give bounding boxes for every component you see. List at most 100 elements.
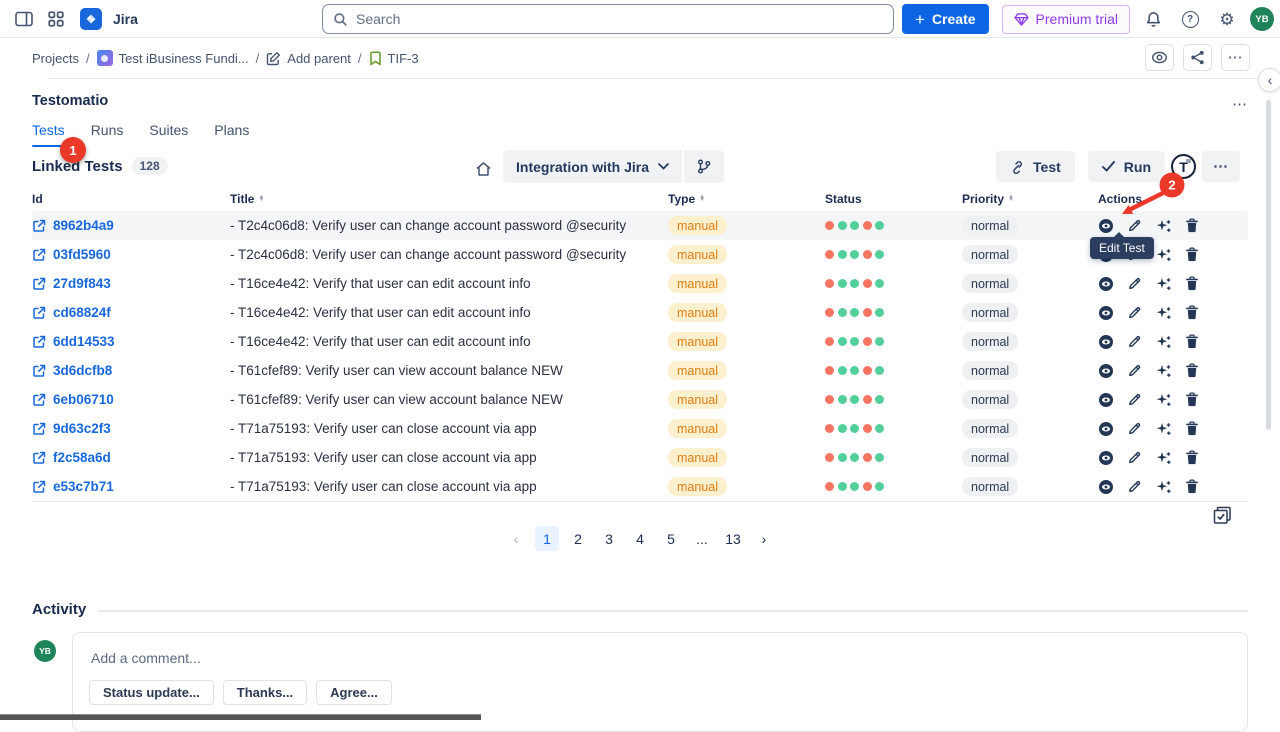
test-id-link[interactable]: 03fd5960: [32, 247, 230, 262]
delete-test-button[interactable]: [1185, 363, 1199, 378]
share-button[interactable]: [1183, 44, 1212, 71]
breadcrumb-project[interactable]: Test iBusiness Fundi...: [97, 50, 249, 66]
ai-generate-button[interactable]: [1155, 247, 1172, 263]
table-more-button[interactable]: ⋯: [1202, 151, 1240, 182]
jira-logo-icon[interactable]: [80, 8, 102, 30]
home-button[interactable]: [469, 155, 497, 183]
edit-test-button[interactable]: [1127, 218, 1142, 233]
test-id-link[interactable]: 6dd14533: [32, 334, 230, 349]
delete-test-button[interactable]: [1185, 392, 1199, 407]
edit-test-button[interactable]: [1127, 479, 1142, 494]
edit-test-button[interactable]: [1127, 392, 1142, 407]
view-test-button[interactable]: [1098, 276, 1114, 292]
sidebar-toggle-button[interactable]: [10, 5, 38, 33]
edit-test-button[interactable]: [1127, 363, 1142, 378]
delete-test-button[interactable]: [1185, 247, 1199, 262]
pagination-page-4[interactable]: 4: [628, 526, 652, 551]
test-id-link[interactable]: 6eb06710: [32, 392, 230, 407]
delete-test-button[interactable]: [1185, 218, 1199, 233]
sort-icon[interactable]: ▲▼: [699, 196, 705, 203]
view-test-button[interactable]: [1098, 421, 1114, 437]
ai-generate-button[interactable]: [1155, 392, 1172, 408]
panel-divider: [48, 78, 1280, 79]
suite-filter-dropdown[interactable]: Integration with Jira: [503, 150, 682, 183]
view-test-button[interactable]: [1098, 305, 1114, 321]
delete-test-button[interactable]: [1185, 450, 1199, 465]
delete-test-button[interactable]: [1185, 421, 1199, 436]
ai-generate-button[interactable]: [1155, 305, 1172, 321]
notifications-button[interactable]: [1139, 5, 1167, 33]
test-id-link[interactable]: 8962b4a9: [32, 218, 230, 233]
delete-test-button[interactable]: [1185, 334, 1199, 349]
delete-test-button[interactable]: [1185, 479, 1199, 494]
quick-reply-button-2[interactable]: Agree...: [316, 680, 392, 705]
collapse-panel-handle[interactable]: ‹: [1258, 68, 1280, 92]
test-id-link[interactable]: 9d63c2f3: [32, 421, 230, 436]
view-test-button[interactable]: [1098, 479, 1114, 495]
quick-reply-button-1[interactable]: Thanks...: [223, 680, 307, 705]
view-test-button[interactable]: [1098, 450, 1114, 466]
tab-suites[interactable]: Suites: [149, 122, 188, 147]
help-button[interactable]: ?: [1176, 5, 1204, 33]
panel-more-button[interactable]: ⋯: [1226, 90, 1254, 118]
edit-test-button[interactable]: [1127, 305, 1142, 320]
watch-button[interactable]: [1145, 44, 1174, 71]
add-parent-button[interactable]: Add parent: [266, 51, 351, 66]
ai-generate-button[interactable]: [1155, 421, 1172, 437]
ai-generate-button[interactable]: [1155, 363, 1172, 379]
pagination-prev[interactable]: ‹: [504, 526, 528, 551]
edit-test-button[interactable]: [1127, 450, 1142, 465]
test-id-link[interactable]: cd68824f: [32, 305, 230, 320]
sort-icon[interactable]: ▲▼: [1008, 196, 1014, 203]
test-id-link[interactable]: e53c7b71: [32, 479, 230, 494]
scrollbar-thumb[interactable]: [1266, 100, 1271, 430]
bulk-select-icon[interactable]: [1213, 506, 1232, 525]
delete-test-button[interactable]: [1185, 305, 1199, 320]
edit-test-button[interactable]: [1127, 276, 1142, 291]
view-test-button[interactable]: [1098, 218, 1114, 234]
column-header-type[interactable]: Type▲▼: [668, 192, 825, 206]
view-test-button[interactable]: [1098, 334, 1114, 350]
app-switcher-button[interactable]: [42, 5, 70, 33]
breadcrumb-issue-key[interactable]: TIF-3: [369, 51, 419, 66]
view-test-button[interactable]: [1098, 363, 1114, 379]
test-id-link[interactable]: 3d6dcfb8: [32, 363, 230, 378]
test-id-link[interactable]: f2c58a6d: [32, 450, 230, 465]
ai-generate-button[interactable]: [1155, 479, 1172, 495]
pagination-page-5[interactable]: 5: [659, 526, 683, 551]
view-test-button[interactable]: [1098, 392, 1114, 408]
breadcrumb: Projects / Test iBusiness Fundi... / Add…: [0, 38, 1280, 78]
tab-tests[interactable]: Tests: [32, 122, 65, 147]
ai-generate-button[interactable]: [1155, 218, 1172, 234]
ai-generate-button[interactable]: [1155, 450, 1172, 466]
user-avatar[interactable]: YB: [1250, 7, 1274, 31]
link-test-button[interactable]: Test: [996, 151, 1075, 182]
pagination-next[interactable]: ›: [752, 526, 776, 551]
tab-runs[interactable]: Runs: [91, 122, 124, 147]
premium-trial-button[interactable]: Premium trial: [1002, 5, 1130, 34]
delete-test-button[interactable]: [1185, 276, 1199, 291]
status-dot-pass: [850, 482, 859, 491]
ai-generate-button[interactable]: [1155, 334, 1172, 350]
pagination-page-3[interactable]: 3: [597, 526, 621, 551]
search-input[interactable]: Search: [322, 4, 894, 34]
column-header-title[interactable]: Title▲▼: [230, 192, 668, 206]
settings-button[interactable]: ⚙: [1213, 5, 1241, 33]
pagination-page-2[interactable]: 2: [566, 526, 590, 551]
testomatio-logo-icon[interactable]: T: [1171, 154, 1196, 179]
pagination-page-1[interactable]: 1: [535, 526, 559, 551]
branch-button[interactable]: [684, 150, 724, 183]
quick-reply-button-0[interactable]: Status update...: [89, 680, 214, 705]
pagination-page-13[interactable]: 13: [721, 526, 745, 551]
breadcrumb-projects[interactable]: Projects: [32, 51, 79, 66]
create-button[interactable]: + Create: [902, 4, 989, 34]
test-id-link[interactable]: 27d9f843: [32, 276, 230, 291]
tab-plans[interactable]: Plans: [214, 122, 249, 147]
edit-test-button[interactable]: [1127, 334, 1142, 349]
column-header-priority[interactable]: Priority▲▼: [962, 192, 1098, 206]
more-actions-button[interactable]: ⋯: [1221, 44, 1250, 71]
edit-test-button[interactable]: [1127, 421, 1142, 436]
run-button[interactable]: Run: [1088, 151, 1165, 182]
ai-generate-button[interactable]: [1155, 276, 1172, 292]
sort-icon[interactable]: ▲▼: [258, 196, 264, 203]
